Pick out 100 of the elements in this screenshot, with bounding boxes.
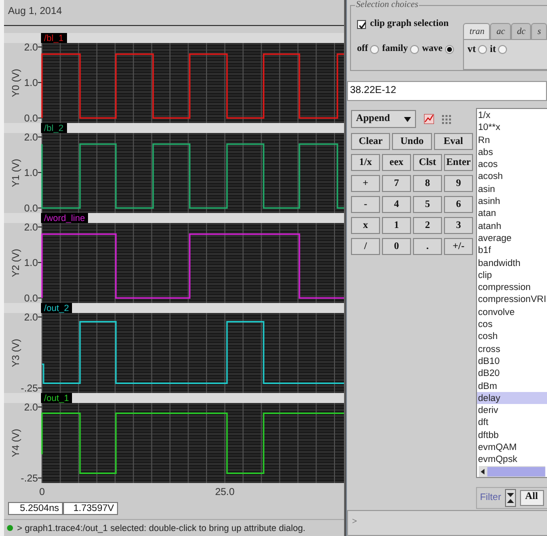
function-item[interactable]: delay [477,392,547,404]
spinner-icon[interactable] [505,489,516,507]
trace-label[interactable]: /word_line [41,213,88,223]
chart-icon[interactable] [424,114,434,124]
function-item[interactable]: convolve [477,306,547,318]
trace-label[interactable]: /bl_2 [41,123,67,133]
calculator-key[interactable]: 0 [382,238,411,255]
function-item[interactable]: acos [477,158,547,170]
waveform-line[interactable] [41,143,344,209]
axis-tick-label: -.25 [20,474,38,484]
analysis-tab[interactable]: ac [490,23,511,39]
calculator-key[interactable]: 1/x [351,154,380,171]
analysis-tab[interactable]: dc [510,23,532,39]
function-item[interactable]: atanh [477,220,547,232]
function-item[interactable]: cos [477,318,547,330]
filter-dropdown[interactable]: All [520,490,544,506]
calculator-key[interactable]: + [351,175,380,192]
mode-dropdown[interactable]: Append [351,110,416,128]
radio-button[interactable]: it [490,44,507,56]
calculator-key[interactable]: 6 [444,196,473,213]
waveform-line[interactable] [41,233,344,299]
trace-label[interactable]: /out_1 [41,393,72,403]
analysis-tab[interactable]: tran [463,23,490,39]
calculator-key[interactable]: Clear [351,133,390,150]
function-item[interactable]: bandwidth [477,256,547,269]
waveform-line[interactable] [41,53,344,119]
function-item[interactable]: clip [477,268,547,282]
axis-tick-label: 25.0 [215,487,235,498]
function-item[interactable]: compression [477,281,547,294]
grid-icon[interactable] [442,114,451,124]
function-item[interactable]: dftbb [477,428,547,442]
function-item[interactable]: atan [477,207,547,220]
calculator-key[interactable]: 4 [382,196,411,213]
axis-tick-label: 2.0 [24,133,38,144]
waveform-line[interactable] [41,320,344,384]
radio-button[interactable]: wave [422,44,454,55]
function-item[interactable]: evmQpsk [477,453,547,466]
function-item[interactable]: cosh [477,330,547,343]
expression-field[interactable]: 38.22E-12 [347,81,547,101]
calculator-key[interactable]: - [351,196,380,213]
function-item[interactable]: average [477,232,547,244]
trace-label[interactable]: /out_2 [41,303,72,313]
function-item[interactable]: dft [477,416,547,429]
axis-title: Y4 (V) [11,428,22,458]
function-item[interactable]: cross [477,342,547,355]
function-item[interactable]: compressionVRI [477,293,547,306]
function-item[interactable]: Rn [477,134,547,146]
function-item[interactable]: 1/x [477,109,547,122]
calculator-key[interactable]: Eval [434,133,473,150]
analysis-tab[interactable]: s [531,23,547,39]
date-label: Aug 1, 2014 [8,6,62,17]
radio-button[interactable]: vt [467,44,487,56]
function-item[interactable]: abs [477,146,547,158]
axis-title: Y0 (V) [11,68,22,98]
function-item[interactable]: asinh [477,195,547,208]
calculator-key[interactable]: 1 [382,217,411,234]
function-item[interactable]: dB20 [477,367,547,380]
calculator-key[interactable]: / [351,238,380,255]
function-item[interactable]: b1f [477,244,547,257]
calculator-key[interactable]: 5 [413,196,442,213]
axis-title: Y3 (V) [11,338,22,368]
command-prompt[interactable]: > [352,516,358,526]
trace-label[interactable]: /bl_1 [41,33,67,43]
axis-tick-label: 2.0 [24,223,38,234]
calculator-key[interactable]: Undo [392,133,432,150]
radio-button[interactable]: family [382,44,419,55]
axis-tick-label: 2.0 [24,43,38,54]
axis-title: Y1 (V) [11,158,22,188]
axis-tick-label: 0.0 [24,204,38,213]
caret-icon [404,116,411,122]
calculator-key[interactable]: x [351,217,380,234]
function-item[interactable]: evmQAM [477,441,547,454]
horizontal-scrollbar[interactable] [477,466,547,477]
calculator-key[interactable]: 3 [444,217,473,234]
calculator-key[interactable]: +/- [444,238,473,255]
function-item[interactable]: deriv [477,404,547,416]
calculator-key[interactable]: . [413,238,442,255]
calculator-key[interactable]: 9 [444,175,473,192]
radio-button[interactable]: off [357,44,380,55]
calculator-key[interactable]: Clst [413,154,442,171]
status-dot-icon [7,525,13,531]
group-title: Selection choices [355,0,420,10]
axis-tick-label: 0.0 [24,114,38,123]
function-item[interactable]: dBm [477,380,547,392]
axis-tick-label: 1.0 [24,168,38,179]
calculator-key[interactable]: eex [382,154,411,171]
axis-tick-label: 1.0 [24,258,38,269]
calculator-key[interactable]: Enter [444,154,473,171]
function-item[interactable]: 10**x [477,121,547,134]
calculator-key[interactable]: 8 [413,175,442,192]
function-item[interactable]: acosh [477,170,547,183]
calculator-key[interactable]: 2 [413,217,442,234]
axis-tick-label: 2.0 [24,313,38,324]
filter-label: Filter [480,492,502,504]
calculator-key[interactable]: 7 [382,175,411,192]
clip-checkbox[interactable]: clip graph selection [357,19,449,30]
function-item[interactable]: dB10 [477,354,547,368]
axis-tick-label: 2.0 [24,403,38,414]
waveform-line[interactable] [41,412,344,474]
function-item[interactable]: asin [477,182,547,196]
